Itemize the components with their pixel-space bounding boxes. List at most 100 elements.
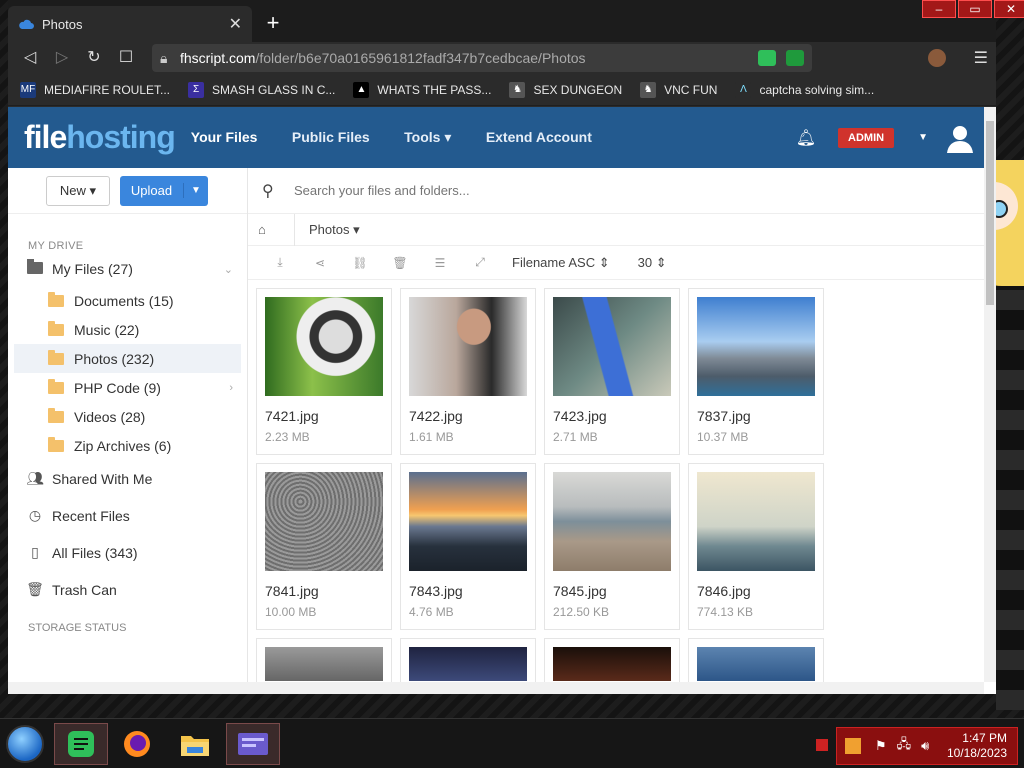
sidebar-item-my-files[interactable]: My Files (27) ⌄	[8, 252, 247, 286]
file-name[interactable]: 7846.jpg	[697, 583, 815, 599]
network-icon[interactable]: 🖧︎	[897, 735, 912, 757]
nav-your-files[interactable]: Your Files	[191, 129, 258, 145]
file-card[interactable]	[400, 638, 536, 688]
volume-icon[interactable]: 🔊︎	[921, 738, 929, 754]
tray-overflow-icon[interactable]	[816, 739, 828, 751]
back-button[interactable]: ◁	[16, 44, 44, 72]
reload-button[interactable]: ↻	[80, 44, 108, 72]
file-thumbnail[interactable]	[553, 647, 671, 681]
file-card[interactable]: 7422.jpg 1.61 MB	[400, 288, 536, 455]
nav-public-files[interactable]: Public Files	[292, 129, 370, 145]
file-card[interactable]	[544, 638, 680, 688]
system-clock[interactable]: 1:47 PM 10/18/2023	[947, 731, 1017, 761]
file-card[interactable]: 7841.jpg 10.00 MB	[256, 463, 392, 630]
per-page-select[interactable]: 30 ⇕	[638, 255, 667, 271]
sidebar-item-php-code[interactable]: PHP Code (9) ›	[8, 373, 247, 402]
sidebar-item-all-files[interactable]: ▯ All Files (343)	[8, 534, 247, 571]
forward-button[interactable]: ▷	[48, 44, 76, 72]
site-logo[interactable]: filehosting	[24, 119, 176, 156]
browser-menu-icon[interactable]: ☰	[974, 48, 988, 68]
tray-app-icon[interactable]	[845, 738, 861, 754]
expand-icon[interactable]: ⤢	[460, 255, 500, 270]
user-avatar-icon[interactable]	[944, 122, 976, 154]
file-thumbnail[interactable]	[265, 472, 383, 571]
maximize-button[interactable]: ▭	[958, 0, 992, 18]
share-icon[interactable]: ⋖	[300, 256, 340, 270]
file-card[interactable]: 7421.jpg 2.23 MB	[256, 288, 392, 455]
vertical-scrollbar[interactable]	[984, 107, 996, 682]
sidebar-item-videos[interactable]: Videos (28)	[8, 402, 247, 431]
new-tab-button[interactable]: +	[258, 9, 288, 39]
home-icon[interactable]: ⌂	[258, 222, 274, 237]
download-icon[interactable]: ⤓	[260, 255, 300, 270]
upload-button[interactable]: Upload ▼	[120, 175, 208, 206]
bookmark-item[interactable]: ▲ WHATS THE PASS...	[353, 81, 491, 98]
list-view-icon[interactable]: ☰	[420, 256, 460, 270]
caret-down-icon[interactable]: ▼	[184, 185, 208, 196]
file-thumbnail[interactable]	[697, 297, 815, 396]
close-window-button[interactable]: ✕	[994, 0, 1024, 18]
file-thumbnail[interactable]	[553, 297, 671, 396]
bell-icon[interactable]: 🔔︎	[796, 128, 816, 148]
sidebar-item-zip-archives[interactable]: Zip Archives (6)	[8, 431, 247, 460]
file-card[interactable]	[688, 638, 824, 688]
taskbar-file-explorer[interactable]	[168, 723, 222, 765]
close-tab-icon[interactable]: ✕	[229, 14, 242, 34]
sidebar-item-recent[interactable]: ◷ Recent Files	[8, 497, 247, 534]
file-thumbnail[interactable]	[409, 472, 527, 571]
sidebar-item-photos[interactable]: Photos (232)	[14, 344, 241, 373]
link-icon[interactable]: ⛓︎	[340, 256, 380, 270]
bookmark-item[interactable]: MF MEDIAFIRE ROULET...	[20, 81, 170, 98]
search-input[interactable]	[294, 183, 694, 198]
sidebar-item-shared[interactable]: 👥︎ Shared With Me	[8, 460, 247, 497]
bookmark-item[interactable]: ♞ VNC FUN	[640, 81, 717, 98]
taskbar-chat-app[interactable]	[54, 723, 108, 765]
sidebar-item-music[interactable]: Music (22)	[8, 315, 247, 344]
file-thumbnail[interactable]	[409, 297, 527, 396]
file-thumbnail[interactable]	[697, 647, 815, 681]
new-button[interactable]: New ▾	[46, 175, 110, 206]
admin-badge[interactable]: ADMIN	[838, 127, 895, 148]
file-name[interactable]: 7421.jpg	[265, 408, 383, 424]
browser-tab-photos[interactable]: Photos ✕	[8, 6, 252, 42]
minimize-button[interactable]: –	[922, 0, 956, 18]
nav-extend-account[interactable]: Extend Account	[486, 129, 592, 145]
horizontal-scrollbar[interactable]	[8, 682, 984, 694]
file-card[interactable]: 7845.jpg 212.50 KB	[544, 463, 680, 630]
file-thumbnail[interactable]	[697, 472, 815, 571]
address-bar[interactable]: 🔒︎ fhscript.com /folder/b6e70a0165961812…	[152, 44, 812, 72]
file-name[interactable]: 7422.jpg	[409, 408, 527, 424]
nav-tools[interactable]: Tools ▾	[404, 129, 451, 145]
chevron-right-icon[interactable]: ›	[229, 382, 233, 394]
taskbar-firefox[interactable]	[110, 723, 164, 765]
flag-icon[interactable]: ⚑	[875, 738, 887, 754]
taskbar-window-app[interactable]	[226, 723, 280, 765]
breadcrumb-photos[interactable]: Photos ▾	[309, 222, 360, 238]
extension-shield-icon[interactable]	[786, 50, 804, 66]
bookmark-item[interactable]: Λcaptcha solving sim...	[735, 81, 874, 98]
start-button[interactable]	[6, 725, 44, 763]
file-card[interactable]: 7846.jpg 774.13 KB	[688, 463, 824, 630]
bookmark-item[interactable]: ♞ SEX DUNGEON	[509, 81, 622, 98]
extension-chat-icon[interactable]	[758, 50, 776, 66]
trash-icon[interactable]: 🗑︎	[380, 256, 420, 270]
file-thumbnail[interactable]	[553, 472, 671, 571]
bookmark-star-icon[interactable]: ☐	[112, 44, 140, 72]
file-card[interactable]: 7423.jpg 2.71 MB	[544, 288, 680, 455]
profile-avatar[interactable]	[927, 49, 946, 67]
bookmark-item[interactable]: Σ SMASH GLASS IN C...	[188, 81, 335, 98]
sidebar-item-trash[interactable]: 🗑︎ Trash Can	[8, 571, 247, 608]
file-name[interactable]: 7837.jpg	[697, 408, 815, 424]
file-card[interactable]: 7843.jpg 4.76 MB	[400, 463, 536, 630]
caret-down-icon[interactable]: ▼	[918, 132, 928, 143]
file-card[interactable]	[256, 638, 392, 688]
file-name[interactable]: 7843.jpg	[409, 583, 527, 599]
file-name[interactable]: 7841.jpg	[265, 583, 383, 599]
file-card[interactable]: 7837.jpg 10.37 MB	[688, 288, 824, 455]
chevron-down-icon[interactable]: ⌄	[224, 263, 233, 276]
file-name[interactable]: 7845.jpg	[553, 583, 671, 599]
sidebar-item-documents[interactable]: Documents (15)	[8, 286, 247, 315]
file-thumbnail[interactable]	[409, 647, 527, 681]
file-name[interactable]: 7423.jpg	[553, 408, 671, 424]
file-thumbnail[interactable]	[265, 297, 383, 396]
